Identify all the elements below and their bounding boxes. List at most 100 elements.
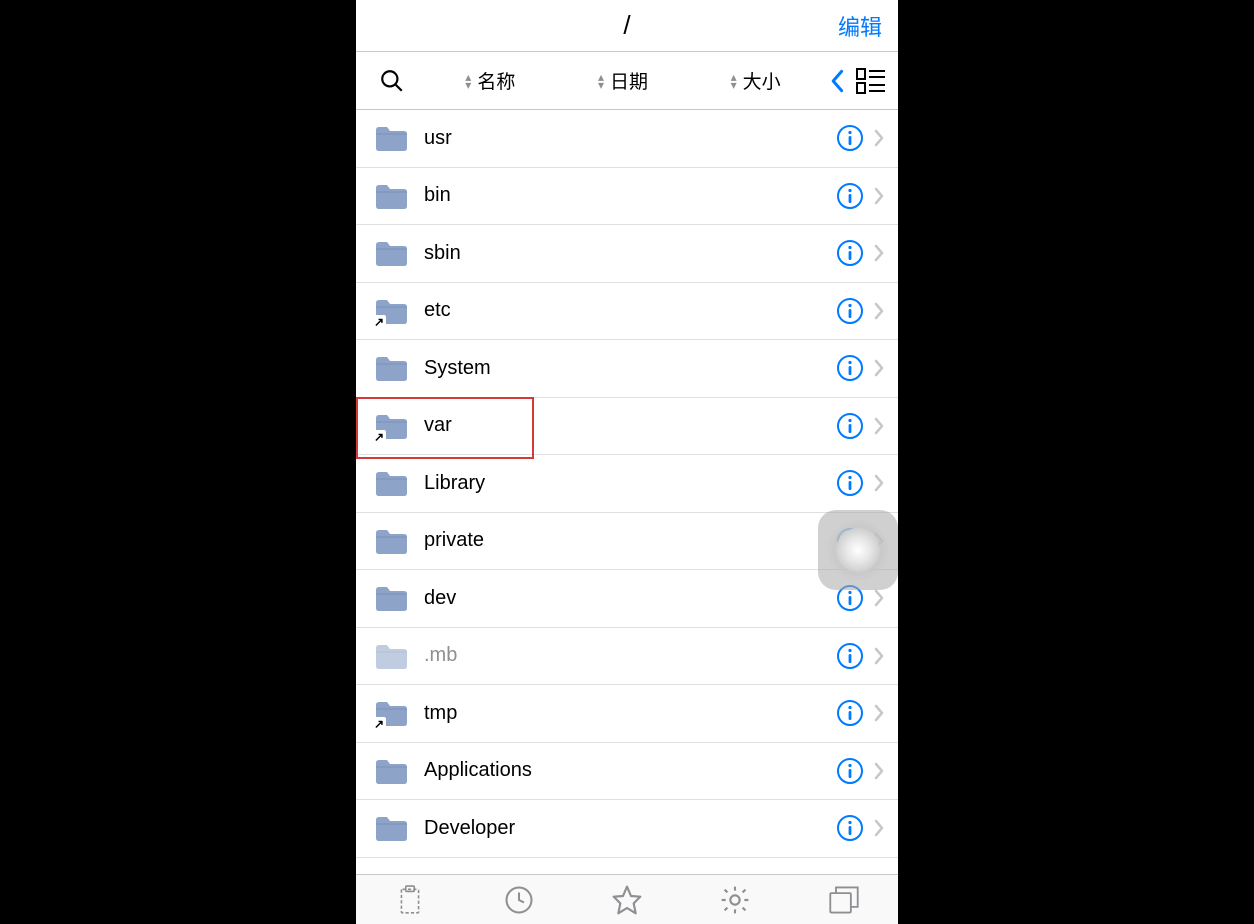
folder-icon [374, 584, 408, 612]
star-icon [611, 884, 643, 916]
sort-arrows-icon: ▴▾ [731, 73, 737, 89]
chevron-right-icon [874, 647, 884, 665]
info-button[interactable] [836, 124, 864, 152]
file-row[interactable]: sbin [356, 225, 898, 283]
folder-icon [374, 182, 408, 210]
folder-icon [374, 469, 408, 497]
folder-icon [374, 814, 408, 842]
file-name-label: .mb [424, 644, 836, 667]
file-row[interactable]: Applications [356, 743, 898, 801]
file-row[interactable]: ↗ var [356, 398, 898, 456]
view-group [830, 68, 886, 94]
sort-arrows-icon: ▴▾ [465, 73, 471, 89]
info-button[interactable] [836, 814, 864, 842]
folder-icon [374, 642, 408, 670]
file-list[interactable]: usr bin sbin ↗ etc System ↗ var Library private de… [356, 110, 898, 874]
chevron-right-icon [874, 704, 884, 722]
nav-bar: / 编辑 [356, 0, 898, 52]
windows-icon [828, 885, 860, 915]
file-row[interactable]: .mb [356, 628, 898, 686]
symlink-badge-icon: ↗ [372, 315, 386, 329]
search-icon [379, 68, 405, 94]
chevron-right-icon [874, 244, 884, 262]
list-view-icon [856, 68, 886, 94]
tab-settings[interactable] [717, 882, 753, 918]
back-button[interactable] [830, 69, 846, 93]
file-row[interactable]: private [356, 513, 898, 571]
sort-group: ▴▾ 名称 ▴▾ 日期 ▴▾ 大小 [424, 67, 822, 94]
sort-by-size[interactable]: ▴▾ 大小 [731, 67, 781, 94]
sort-toolbar: ▴▾ 名称 ▴▾ 日期 ▴▾ 大小 [356, 52, 898, 110]
tab-recent[interactable] [501, 882, 537, 918]
sort-by-name[interactable]: ▴▾ 名称 [465, 67, 515, 94]
chevron-right-icon [874, 187, 884, 205]
sort-date-label: 日期 [610, 67, 648, 94]
tab-clipboard[interactable] [392, 882, 428, 918]
file-name-label: Developer [424, 817, 836, 840]
file-name-label: dev [424, 587, 836, 610]
chevron-right-icon [874, 589, 884, 607]
file-name-label: bin [424, 184, 836, 207]
assistive-touch-button[interactable] [818, 510, 898, 590]
file-row[interactable]: Library [356, 455, 898, 513]
file-row[interactable]: dev [356, 570, 898, 628]
folder-icon [374, 239, 408, 267]
info-button[interactable] [836, 412, 864, 440]
file-name-label: usr [424, 127, 836, 150]
file-name-label: Applications [424, 759, 836, 782]
clock-icon [504, 885, 534, 915]
info-button[interactable] [836, 757, 864, 785]
clipboard-icon [397, 885, 423, 915]
chevron-right-icon [874, 819, 884, 837]
sort-size-label: 大小 [743, 67, 781, 94]
app-window: / 编辑 ▴▾ 名称 ▴▾ 日期 ▴▾ 大小 [356, 0, 898, 924]
info-button[interactable] [836, 469, 864, 497]
chevron-right-icon [874, 302, 884, 320]
file-row[interactable]: bin [356, 168, 898, 226]
file-row[interactable]: ↗ tmp [356, 685, 898, 743]
info-button[interactable] [836, 642, 864, 670]
folder-icon: ↗ [374, 412, 408, 440]
chevron-right-icon [874, 129, 884, 147]
file-name-label: private [424, 529, 836, 552]
sort-arrows-icon: ▴▾ [598, 73, 604, 89]
folder-icon [374, 124, 408, 152]
info-button[interactable] [836, 354, 864, 382]
info-button[interactable] [836, 297, 864, 325]
chevron-right-icon [874, 762, 884, 780]
sort-name-label: 名称 [477, 67, 515, 94]
path-title: / [623, 10, 630, 41]
symlink-badge-icon: ↗ [372, 717, 386, 731]
info-button[interactable] [836, 182, 864, 210]
tab-windows[interactable] [826, 882, 862, 918]
tab-bar [356, 874, 898, 924]
file-name-label: sbin [424, 242, 836, 265]
tab-favorites[interactable] [609, 882, 645, 918]
file-name-label: Library [424, 472, 836, 495]
folder-icon: ↗ [374, 297, 408, 325]
file-name-label: var [424, 414, 836, 437]
sort-by-date[interactable]: ▴▾ 日期 [598, 67, 648, 94]
folder-icon [374, 354, 408, 382]
view-mode-button[interactable] [856, 68, 886, 94]
file-row[interactable]: usr [356, 110, 898, 168]
chevron-left-icon [830, 69, 846, 93]
info-button[interactable] [836, 239, 864, 267]
chevron-right-icon [874, 417, 884, 435]
file-name-label: System [424, 357, 836, 380]
file-name-label: tmp [424, 702, 836, 725]
gear-icon [719, 884, 751, 916]
file-name-label: etc [424, 299, 836, 322]
file-row[interactable]: System [356, 340, 898, 398]
info-button[interactable] [836, 699, 864, 727]
file-row[interactable]: Developer [356, 800, 898, 858]
file-row[interactable]: ↗ etc [356, 283, 898, 341]
symlink-badge-icon: ↗ [372, 430, 386, 444]
assistive-touch-icon [836, 528, 880, 572]
folder-icon [374, 757, 408, 785]
folder-icon: ↗ [374, 699, 408, 727]
search-button[interactable] [368, 68, 416, 94]
edit-button[interactable]: 编辑 [838, 10, 882, 42]
chevron-right-icon [874, 359, 884, 377]
chevron-right-icon [874, 474, 884, 492]
